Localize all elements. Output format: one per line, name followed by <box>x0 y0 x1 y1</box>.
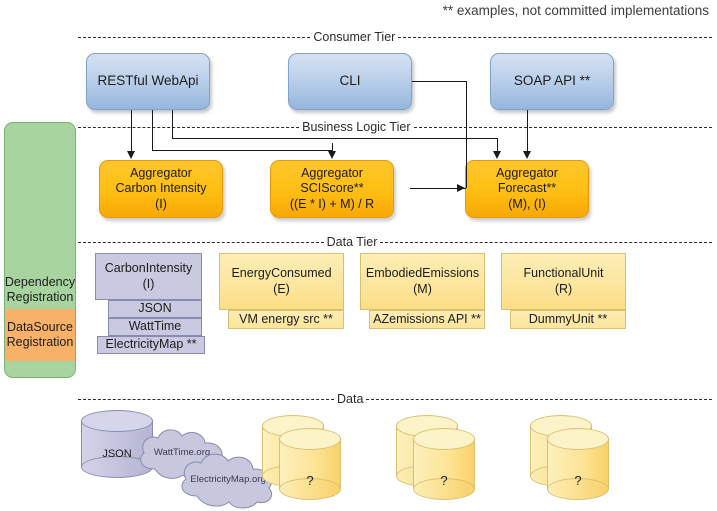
aggregator-carbon-intensity-line3: (I) <box>155 196 167 211</box>
tier-rule-left <box>78 36 311 38</box>
entity-embodied-emissions-title: EmbodiedEmissions <box>365 266 480 281</box>
node-restful-webapi[interactable]: RESTful WebApi <box>86 53 210 110</box>
architecture-diagram: ** examples, not committed implementatio… <box>0 0 717 511</box>
arrowhead-forecast-right <box>522 151 531 159</box>
wire-webapi-to-sciscore-seg1 <box>152 110 153 150</box>
aggregator-forecast-line3: (M), (I) <box>508 196 546 211</box>
tier-separator-data: Data <box>78 392 712 406</box>
aggregator-carbon-intensity-line1: Aggregator <box>130 166 192 181</box>
cylinder-top <box>547 428 609 450</box>
node-aggregator-sciscore[interactable]: Aggregator SCIScore** ((E * I) + M) / R <box>270 160 394 218</box>
wire-cli-to-forecast-seg2 <box>466 81 467 188</box>
datastore-unknown-1: ? <box>279 428 341 500</box>
tier-rule-right <box>413 126 712 128</box>
wire-cli-to-forecast-seg1 <box>412 81 466 82</box>
cylinder-top <box>279 428 341 450</box>
aggregator-forecast-line2: Forecast** <box>497 181 557 196</box>
node-aggregator-forecast[interactable]: Aggregator Forecast** (M), (I) <box>465 160 589 218</box>
source-label: WattTime <box>128 319 182 334</box>
entity-carbon-intensity-symbol: (I) <box>142 276 155 291</box>
registration-rail: Dependency Registration DataSource Regis… <box>4 122 76 378</box>
cylinder-top <box>413 428 475 450</box>
tier-rule-right <box>366 398 712 400</box>
tier-rule-right <box>398 36 712 38</box>
source-functional-unit-dummy[interactable]: DummyUnit ** <box>510 310 626 329</box>
source-energy-consumed-vm[interactable]: VM energy src ** <box>228 310 344 329</box>
aggregator-forecast-line1: Aggregator <box>496 166 558 181</box>
tier-label-data: Data <box>337 391 364 406</box>
node-cli-label: CLI <box>339 73 361 89</box>
entity-embodied-emissions[interactable]: EmbodiedEmissions (M) <box>360 253 485 310</box>
entity-energy-consumed-title: EnergyConsumed <box>231 266 332 281</box>
dependency-registration-label-line1: Dependency <box>4 275 76 289</box>
wire-webapi-to-forecast-seg1 <box>172 110 173 138</box>
source-embodied-emissions-azemissions[interactable]: AZemissions API ** <box>369 310 485 329</box>
datastore-unknown-3: ? <box>547 428 609 500</box>
source-label: DummyUnit ** <box>528 311 608 326</box>
source-carbon-intensity-json[interactable]: JSON <box>108 300 202 318</box>
source-label: VM energy src ** <box>239 311 333 326</box>
wire-webapi-to-carbon <box>131 110 132 152</box>
datastore-unknown-2-label: ? <box>440 473 448 488</box>
node-restful-webapi-label: RESTful WebApi <box>97 73 199 89</box>
tier-label-data-tier: Data Tier <box>326 234 378 249</box>
aggregator-sciscore-line1: Aggregator <box>301 166 363 181</box>
wire-soap-to-forecast <box>527 110 528 152</box>
tier-rule-right <box>380 241 712 243</box>
source-carbon-intensity-electricitymap[interactable]: ElectricityMap ** <box>97 336 205 354</box>
node-cli[interactable]: CLI <box>288 53 412 110</box>
entity-functional-unit-title: FunctionalUnit <box>523 266 604 281</box>
entity-functional-unit-symbol: (R) <box>554 281 573 296</box>
tier-rule-left <box>78 241 324 243</box>
wire-webapi-to-forecast-seg2 <box>172 138 497 139</box>
tier-separator-consumer: Consumer Tier <box>78 30 712 44</box>
entity-energy-consumed-symbol: (E) <box>273 281 290 296</box>
tier-rule-left <box>78 398 334 400</box>
datastore-unknown-2: ? <box>413 428 475 500</box>
arrowhead-forecast-left <box>492 151 501 159</box>
datasource-registration-label-line2: Registration <box>6 335 74 349</box>
wire-webapi-to-sciscore-seg2 <box>152 150 332 151</box>
node-aggregator-carbon-intensity[interactable]: Aggregator Carbon Intensity (I) <box>99 160 223 218</box>
node-soap-api[interactable]: SOAP API ** <box>490 53 614 110</box>
dependency-registration-label-line2: Registration <box>6 290 74 304</box>
source-label: JSON <box>138 301 172 316</box>
legend-note: ** examples, not committed implementatio… <box>442 3 709 18</box>
datastore-unknown-3-label: ? <box>574 473 582 488</box>
tier-separator-business: Business Logic Tier <box>78 120 712 134</box>
tier-label-business: Business Logic Tier <box>302 119 411 134</box>
datasource-registration-section: DataSource Registration <box>5 309 75 361</box>
entity-functional-unit[interactable]: FunctionalUnit (R) <box>501 253 626 310</box>
wire-webapi-to-forecast-seg3 <box>497 138 498 152</box>
datastore-unknown-1-label: ? <box>306 473 314 488</box>
node-soap-api-label: SOAP API ** <box>513 73 591 89</box>
arrowhead-sciscore <box>327 151 336 159</box>
aggregator-sciscore-line3: ((E * I) + M) / R <box>289 196 375 211</box>
aggregator-carbon-intensity-line2: Carbon Intensity <box>115 181 207 196</box>
datasource-registration-label-line1: DataSource <box>6 320 73 334</box>
source-carbon-intensity-watttime[interactable]: WattTime <box>108 318 202 336</box>
entity-carbon-intensity[interactable]: CarbonIntensity (I) <box>95 253 202 300</box>
tier-separator-data-tier: Data Tier <box>78 235 712 249</box>
source-label: ElectricityMap ** <box>105 337 197 352</box>
aggregator-sciscore-line2: SCIScore** <box>300 181 364 196</box>
source-label: AZemissions API ** <box>373 311 481 326</box>
tier-label-consumer: Consumer Tier <box>313 29 396 44</box>
arrowhead-carbon-intensity <box>126 151 135 159</box>
entity-embodied-emissions-symbol: (M) <box>413 281 432 296</box>
tier-rule-left <box>78 126 300 128</box>
entity-energy-consumed[interactable]: EnergyConsumed (E) <box>219 253 344 310</box>
entity-carbon-intensity-title: CarbonIntensity <box>104 261 193 276</box>
arrowhead-forecast-side <box>457 183 465 192</box>
dependency-registration-section: Dependency Registration <box>5 123 75 309</box>
